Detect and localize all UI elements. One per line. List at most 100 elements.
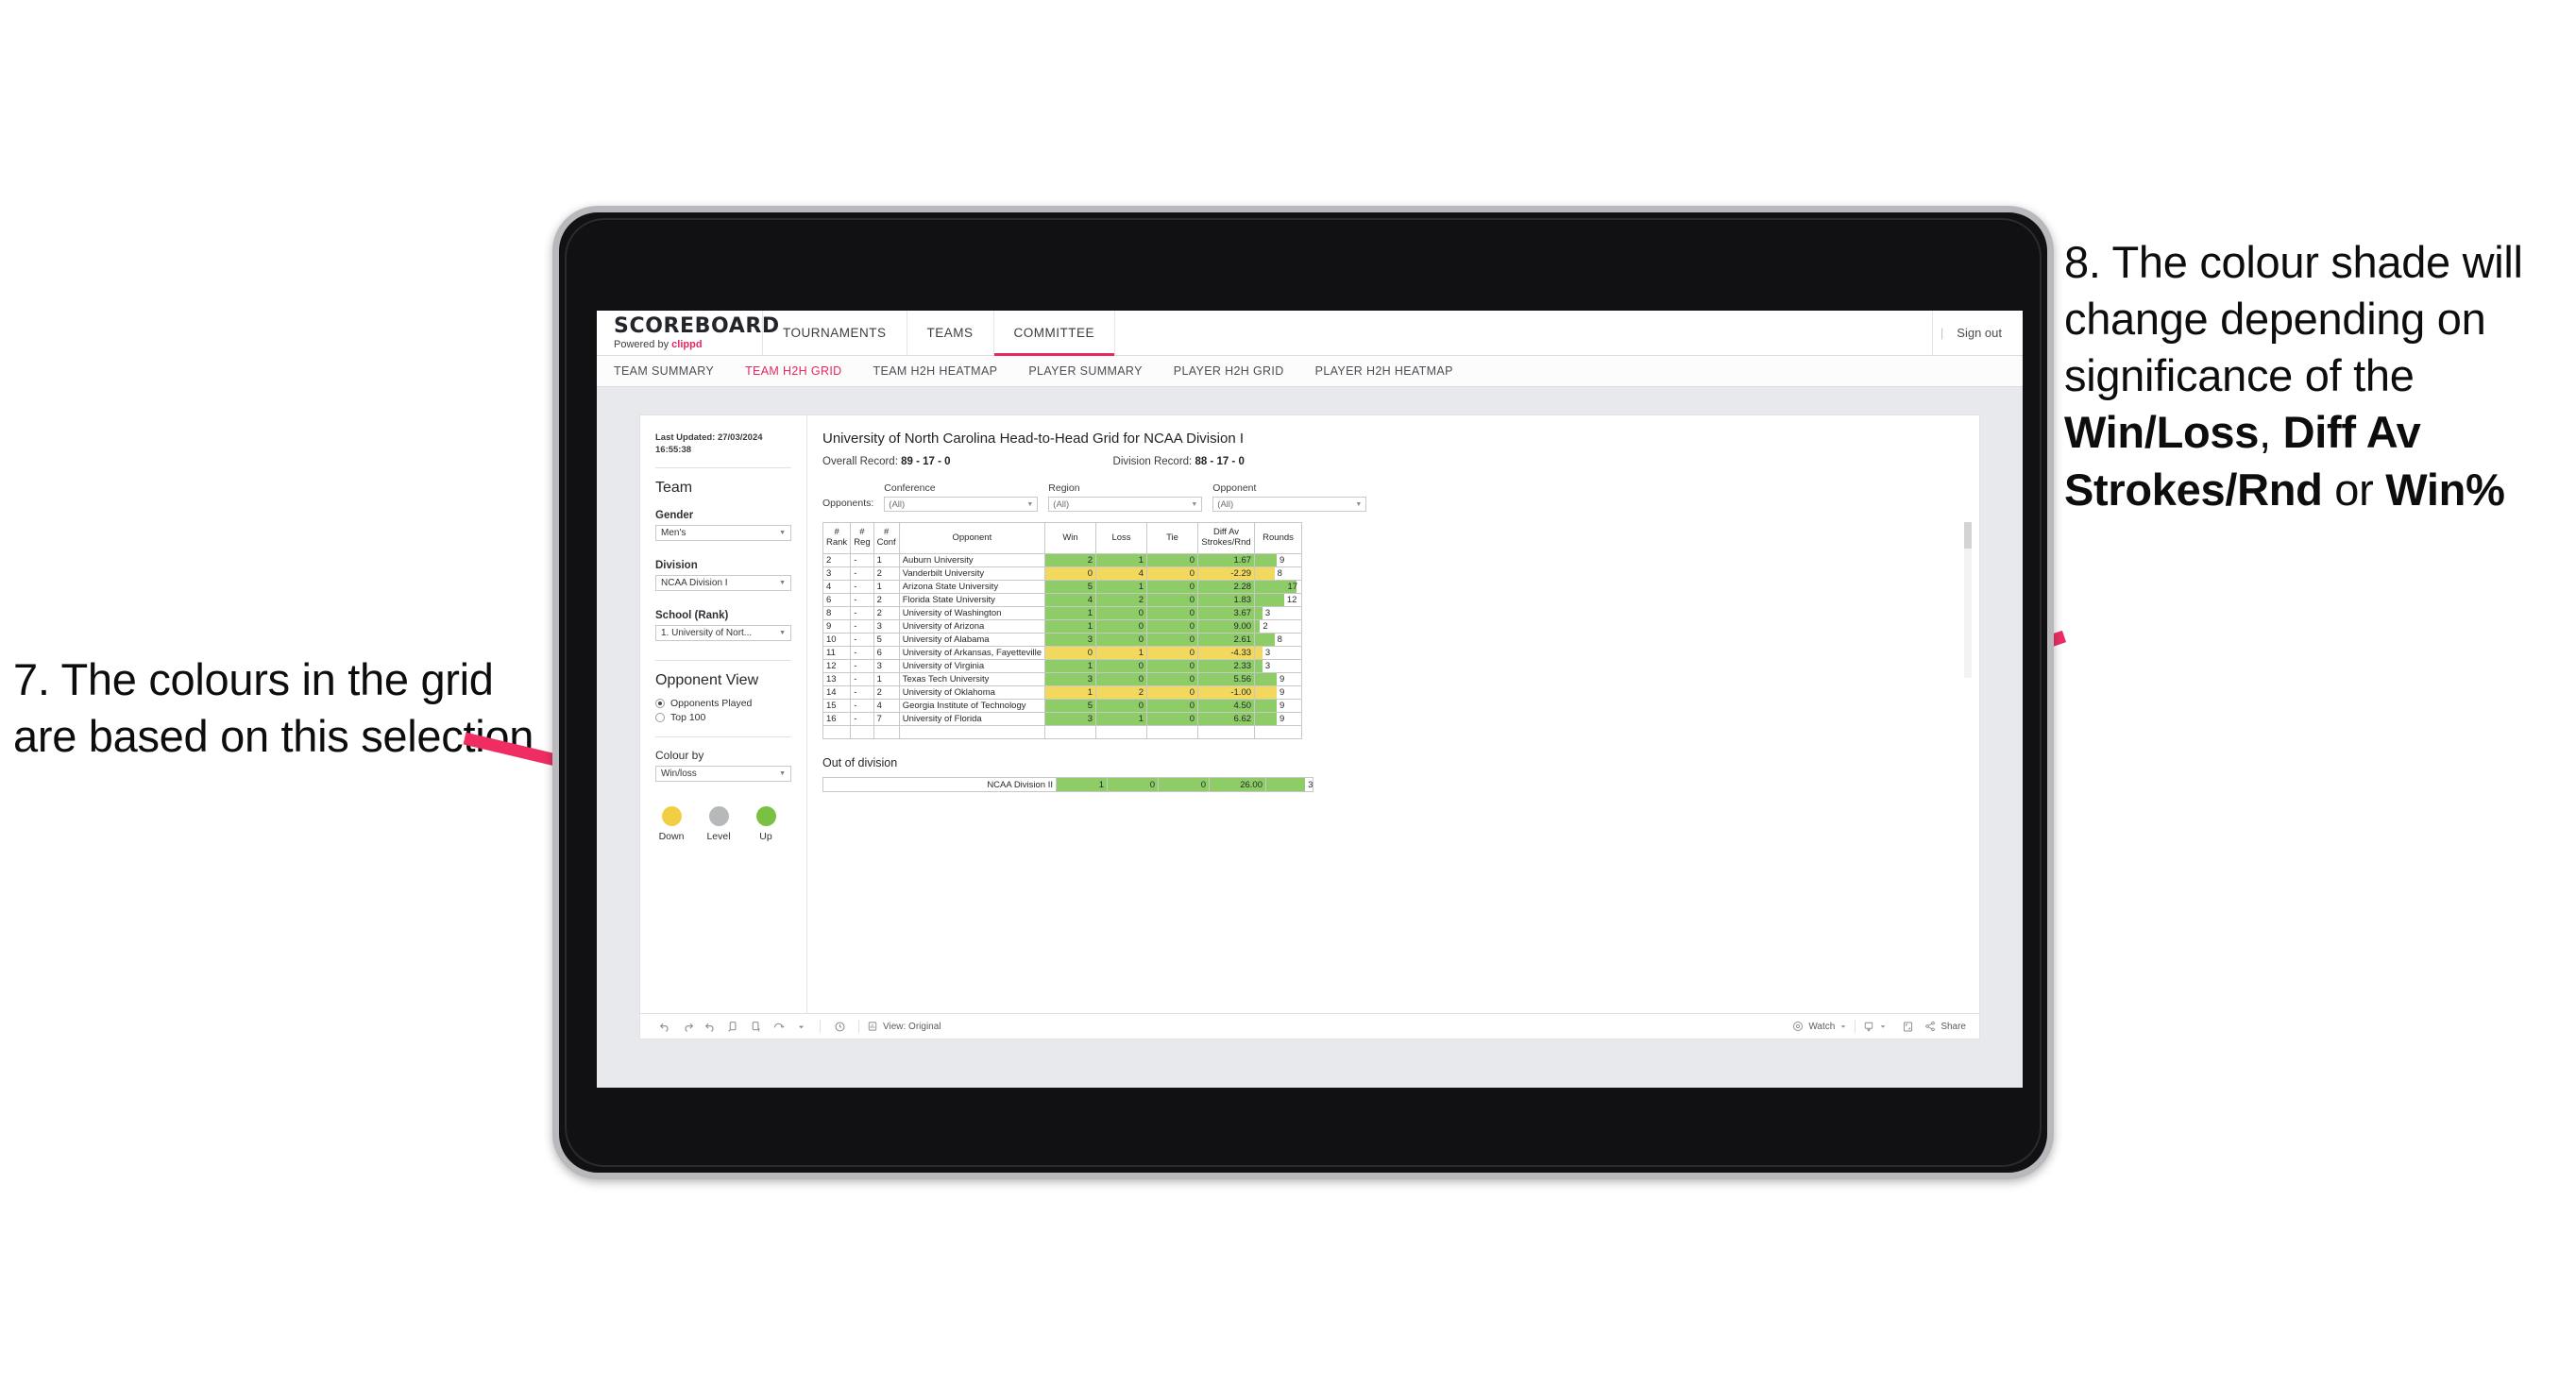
table-row[interactable]: 12-3 University of Virginia 1 0 0 2.33 3 — [822, 659, 1303, 673]
chevron-down-icon: ▼ — [779, 579, 786, 586]
cell-rounds: 12 — [1254, 593, 1303, 607]
table-row[interactable]: 2-1 Auburn University 2 1 0 1.67 9 — [822, 553, 1303, 567]
share-view-icon[interactable] — [767, 1017, 789, 1036]
cell-conf: 6 — [873, 646, 900, 660]
header-spacer — [1114, 311, 1932, 355]
gender-value: Men's — [661, 527, 686, 538]
cell-rounds: 3 — [1254, 659, 1303, 673]
undo-icon[interactable] — [653, 1017, 676, 1036]
cell-tie: 0 — [1146, 606, 1199, 620]
colour-by-select[interactable]: Win/loss ▼ — [655, 765, 791, 782]
filter-panel: Last Updated: 27/03/2024 16:55:38 Team G… — [640, 415, 807, 1013]
radio-opponents-played[interactable]: Opponents Played — [655, 698, 791, 709]
cell-rank: 9 — [822, 619, 852, 634]
nav-item-tournaments[interactable]: TOURNAMENTS — [762, 311, 907, 355]
table-row[interactable]: 3-2 Vanderbilt University 0 4 0 -2.29 8 — [822, 566, 1303, 581]
subnav-item-team-h2h-grid[interactable]: TEAM H2H GRID — [745, 364, 841, 378]
cell-win: 0 — [1044, 566, 1097, 581]
cell-diff: 4.50 — [1197, 699, 1256, 713]
divider — [858, 1020, 859, 1033]
cell-rounds: 17 — [1254, 580, 1303, 594]
pause-icon[interactable] — [744, 1017, 767, 1036]
subnav-item-team-summary[interactable]: TEAM SUMMARY — [614, 364, 714, 378]
radio-icon-selected — [655, 698, 665, 708]
annotation-right-text: 8. The colour shade will change dependin… — [2064, 234, 2565, 518]
school-rank-value: 1. University of Nort... — [661, 627, 753, 638]
opponent-filter-select[interactable]: (All) ▼ — [1212, 497, 1367, 512]
alerts-clock-icon[interactable] — [828, 1017, 851, 1036]
annotation-right-bold3: Win% — [2385, 464, 2505, 515]
table-row[interactable]: 10-5 University of Alabama 3 0 0 2.61 8 — [822, 633, 1303, 647]
col-diff-line1: Diff Av — [1212, 527, 1240, 538]
table-row[interactable]: 14-2 University of Oklahoma 1 2 0 -1.00 9 — [822, 685, 1303, 700]
col-conf: # Conf — [873, 522, 900, 554]
cell-reg: - — [850, 685, 874, 700]
table-row[interactable]: 6-2 Florida State University 4 2 0 1.83 12 — [822, 593, 1303, 607]
record-summary: Overall Record: 89 - 17 - 0 Division Rec… — [822, 456, 1962, 467]
share-button[interactable]: Share — [1924, 1021, 1966, 1032]
cell-loss: 1 — [1095, 580, 1148, 594]
cell-rank: 16 — [822, 712, 852, 726]
spacer-cell — [1095, 725, 1148, 739]
rounds-value: 3 — [1264, 648, 1271, 658]
cell-conf: 5 — [873, 633, 900, 647]
cell-conf: 3 — [873, 619, 900, 634]
subnav-item-player-h2h-heatmap[interactable]: PLAYER H2H HEATMAP — [1315, 364, 1453, 378]
sign-out-button[interactable]: | Sign out — [1931, 311, 2023, 355]
table-row[interactable]: 15-4 Georgia Institute of Technology 5 0 0 4.… — [822, 699, 1303, 713]
redo-icon[interactable] — [676, 1017, 699, 1036]
table-row[interactable]: 13-1 Texas Tech University 3 0 0 5.56 9 — [822, 672, 1303, 686]
download-button[interactable] — [1863, 1021, 1887, 1032]
out-of-division-title: Out of division — [822, 756, 898, 769]
subnav-item-team-h2h-heatmap[interactable]: TEAM H2H HEATMAP — [873, 364, 998, 378]
divider — [655, 659, 791, 661]
cell-loss: 1 — [1095, 712, 1148, 726]
overall-record-label: Overall Record: — [822, 456, 902, 467]
cell-loss: 2 — [1095, 685, 1148, 700]
table-scrollbar-thumb[interactable] — [1964, 522, 1972, 549]
cell-tie: 0 — [1146, 699, 1199, 713]
table-row[interactable]: 4-1 Arizona State University 5 1 0 2.28 17 — [822, 580, 1303, 594]
table-row[interactable]: 16-7 University of Florida 3 1 0 6.62 9 — [822, 712, 1303, 726]
nav-item-committee[interactable]: COMMITTEE — [992, 311, 1115, 356]
table-scrollbar[interactable] — [1964, 522, 1972, 678]
gender-select[interactable]: Men's ▼ — [655, 524, 791, 541]
chevron-down-icon[interactable] — [789, 1017, 812, 1036]
annotation-right-sep1: , — [2259, 407, 2283, 458]
subnav-item-player-summary[interactable]: PLAYER SUMMARY — [1028, 364, 1142, 378]
conference-filter-select[interactable]: (All) ▼ — [884, 497, 1039, 512]
refresh-icon[interactable] — [721, 1017, 744, 1036]
school-rank-select[interactable]: 1. University of Nort... ▼ — [655, 624, 791, 641]
radio-top-100[interactable]: Top 100 — [655, 712, 791, 723]
revert-icon[interactable] — [699, 1017, 721, 1036]
watch-button[interactable]: Watch — [1792, 1021, 1847, 1032]
fullscreen-icon[interactable] — [1896, 1017, 1919, 1036]
viz-title: University of North Carolina Head-to-Hea… — [822, 431, 1244, 447]
table-row[interactable]: 11-6 University of Arkansas, Fayetteville… — [822, 646, 1303, 660]
spacer-cell — [1197, 725, 1256, 739]
divider — [655, 735, 791, 737]
rounds-bar — [1255, 660, 1263, 672]
division-select[interactable]: NCAA Division I ▼ — [655, 574, 791, 591]
table-row[interactable]: 8-2 University of Washington 1 0 0 3.67 3 — [822, 606, 1303, 620]
region-filter-select[interactable]: (All) ▼ — [1048, 497, 1203, 512]
app-header: SCOREBOARD Powered by clippd TOURNAMENTS… — [597, 311, 2023, 356]
subnav-item-player-h2h-grid[interactable]: PLAYER H2H GRID — [1174, 364, 1284, 378]
nav-item-teams[interactable]: TEAMS — [906, 311, 993, 355]
col-diff-line2: Strokes/Rnd — [1201, 537, 1251, 548]
legend-dot-down — [661, 805, 682, 826]
spacer-cell — [850, 725, 874, 739]
last-updated-label: Last Updated: 27/03/2024 16:55:38 — [655, 432, 763, 455]
ood-tie: 0 — [1158, 777, 1210, 792]
col-rounds: Rounds — [1254, 522, 1303, 554]
tablet-screen: SCOREBOARD Powered by clippd TOURNAMENTS… — [597, 311, 2023, 1088]
cell-loss: 0 — [1095, 699, 1148, 713]
view-original-button[interactable]: View: Original — [867, 1021, 941, 1032]
col-conf-line2: Conf — [876, 537, 896, 548]
cell-opponent: University of Florida — [898, 712, 1046, 726]
rounds-bar — [1255, 620, 1261, 633]
spacer-cell — [822, 725, 852, 739]
cell-loss: 0 — [1095, 633, 1148, 647]
cell-diff: 6.62 — [1197, 712, 1256, 726]
table-row[interactable]: 9-3 University of Arizona 1 0 0 9.00 2 — [822, 619, 1303, 634]
